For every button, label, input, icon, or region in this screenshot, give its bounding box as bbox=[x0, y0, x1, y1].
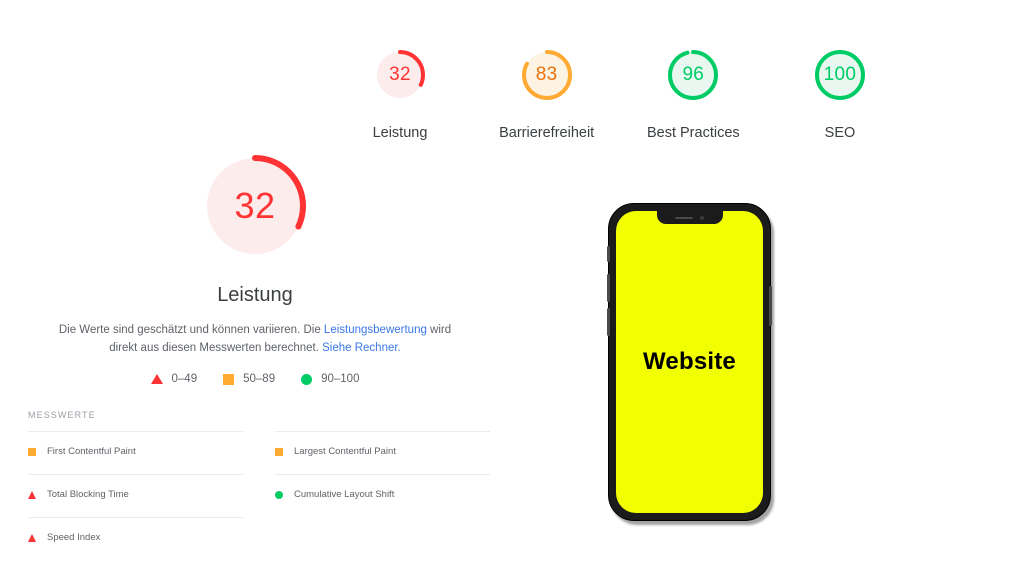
summary-label-seo: SEO bbox=[824, 125, 856, 141]
metric-label: Speed Index bbox=[47, 532, 101, 543]
legend-label-medium: 50–89 bbox=[243, 373, 276, 385]
legend-label-low: 0–49 bbox=[171, 373, 198, 385]
phone-volume-up-button[interactable] bbox=[607, 274, 610, 302]
gauge-leistung: 32 bbox=[370, 45, 430, 105]
triangle-icon bbox=[28, 490, 36, 499]
legend-item-low: 0–49 bbox=[150, 373, 198, 385]
gauge-performance-large: 32 bbox=[199, 150, 311, 262]
camera-icon bbox=[700, 215, 704, 220]
square-icon bbox=[275, 447, 283, 456]
metric-row-largest-contentful-paint[interactable]: Largest Contentful Paint bbox=[275, 431, 490, 474]
gauge-performance-large-score: 32 bbox=[234, 185, 276, 226]
gauge-seo: 100 bbox=[810, 45, 870, 105]
screenshot-root: 32 Leistung 83 Barrierefreiheit 96 Best … bbox=[0, 0, 1024, 576]
legend-item-high: 90–100 bbox=[301, 373, 359, 385]
metric-label: Total Blocking Time bbox=[47, 489, 129, 500]
circle-icon bbox=[301, 373, 313, 385]
metrics-section: MESSWERTE First Contentful Paint Largest… bbox=[28, 410, 490, 560]
triangle-icon bbox=[28, 533, 36, 542]
phone-power-button[interactable] bbox=[769, 286, 772, 326]
gauge-barrierefreiheit: 83 bbox=[517, 45, 577, 105]
phone-notch bbox=[656, 211, 723, 224]
phone-volume-down-button[interactable] bbox=[607, 308, 610, 336]
score-legend: 0–49 50–89 90–100 bbox=[150, 373, 359, 385]
triangle-icon bbox=[150, 374, 163, 384]
metric-row-cumulative-layout-shift[interactable]: Cumulative Layout Shift bbox=[275, 474, 490, 517]
description-part-1: Die Werte sind geschätzt und können vari… bbox=[58, 324, 324, 336]
summary-category-best-practices[interactable]: 96 Best Practices bbox=[623, 45, 763, 141]
phone-mockup: Website bbox=[607, 203, 774, 525]
link-leistungsbewertung[interactable]: Leistungsbewertung bbox=[324, 324, 427, 336]
lighthouse-summary-row: 32 Leistung 83 Barrierefreiheit 96 Best … bbox=[330, 45, 910, 141]
gauge-best-practices: 96 bbox=[663, 45, 723, 105]
metric-label: First Contentful Paint bbox=[47, 446, 136, 457]
gauge-best-practices-score: 96 bbox=[682, 64, 705, 85]
metrics-grid: First Contentful Paint Largest Contentfu… bbox=[28, 431, 490, 560]
legend-label-high: 90–100 bbox=[321, 373, 360, 385]
performance-gauge-block: 32 Leistung Die Werte sind geschätzt und… bbox=[18, 150, 492, 385]
phone-frame: Website bbox=[607, 203, 772, 521]
metric-row-total-blocking-time[interactable]: Total Blocking Time bbox=[28, 474, 243, 517]
metrics-heading: MESSWERTE bbox=[28, 410, 96, 420]
speaker-icon bbox=[675, 216, 693, 219]
gauge-leistung-score: 32 bbox=[389, 64, 411, 85]
summary-category-leistung[interactable]: 32 Leistung bbox=[330, 45, 470, 141]
performance-title: Leistung bbox=[217, 284, 293, 306]
link-siehe-rechner[interactable]: Siehe Rechner. bbox=[322, 342, 401, 354]
phone-screen[interactable]: Website bbox=[616, 211, 763, 513]
phone-silent-switch[interactable] bbox=[607, 246, 610, 262]
phone-screen-label: Website bbox=[643, 348, 736, 375]
circle-icon bbox=[275, 490, 283, 499]
square-icon bbox=[28, 447, 36, 456]
gauge-seo-score: 100 bbox=[823, 64, 857, 85]
legend-item-medium: 50–89 bbox=[223, 373, 275, 385]
metric-row-empty bbox=[275, 517, 490, 560]
summary-label-barrierefreiheit: Barrierefreiheit bbox=[499, 125, 595, 141]
performance-description: Die Werte sind geschätzt und können vari… bbox=[45, 321, 465, 357]
metric-label: Largest Contentful Paint bbox=[294, 446, 396, 457]
square-icon bbox=[223, 373, 235, 385]
summary-label-leistung: Leistung bbox=[372, 125, 428, 141]
gauge-barrierefreiheit-score: 83 bbox=[535, 64, 558, 85]
summary-category-barrierefreiheit[interactable]: 83 Barrierefreiheit bbox=[477, 45, 617, 141]
summary-category-seo[interactable]: 100 SEO bbox=[770, 45, 910, 141]
metric-row-first-contentful-paint[interactable]: First Contentful Paint bbox=[28, 431, 243, 474]
summary-label-best-practices: Best Practices bbox=[646, 125, 740, 141]
metric-row-speed-index[interactable]: Speed Index bbox=[28, 517, 243, 560]
metric-label: Cumulative Layout Shift bbox=[294, 489, 395, 500]
